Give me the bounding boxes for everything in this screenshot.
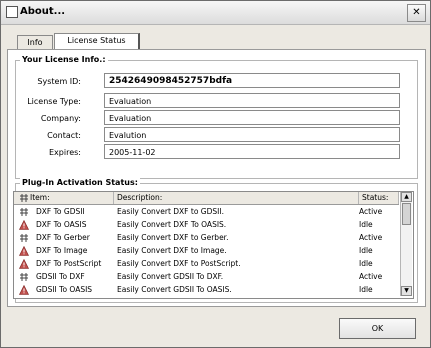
row-status: Idle [359, 220, 373, 229]
close-icon: ✕ [412, 7, 421, 18]
row-item: GDSII To DXF [36, 272, 85, 281]
row-description: Easily Convert GDSII To DXF. [117, 272, 224, 281]
about-dialog: About... ✕ Info License Status Your Lice… [0, 0, 431, 348]
arrow-up-icon: ▲ [404, 193, 409, 200]
table-row[interactable]: GDSII To DXF Easily Convert GDSII To DXF.… [14, 271, 399, 283]
plugin-table: Item: Description: Status: DXF To GDSII E… [13, 191, 414, 299]
window-title: About... [20, 6, 66, 17]
row-status: Active [359, 233, 383, 242]
table-row[interactable]: GDSII To OASIS Easily Convert GDSII To OA… [14, 284, 399, 296]
expires-field[interactable]: 2005-11-02 [104, 144, 400, 159]
arrow-down-icon: ▼ [404, 287, 409, 294]
ok-button[interactable]: OK [339, 318, 416, 339]
close-button[interactable]: ✕ [407, 4, 426, 22]
row-description: Easily Convert DXF to GDSII. [117, 207, 224, 216]
company-field[interactable]: Evaluation [104, 110, 400, 125]
scroll-thumb[interactable] [402, 203, 411, 225]
column-header-item[interactable]: Item: [14, 192, 114, 204]
tab-info[interactable]: Info [17, 35, 53, 50]
license-info-title: Your License Info.: [20, 55, 108, 64]
row-item: DXF To Gerber [36, 233, 90, 242]
table-row[interactable]: DXF To Image Easily Convert DXF to Image.… [14, 245, 399, 257]
license-type-label: License Type: [27, 97, 81, 106]
row-description: Easily Convert DXF To OASIS. [117, 220, 227, 229]
warning-icon [19, 285, 29, 295]
table-header: Item: Description: Status: [14, 192, 399, 205]
row-status: Active [359, 272, 383, 281]
row-item: DXF To Image [36, 246, 88, 255]
row-item: GDSII To OASIS [36, 285, 93, 294]
row-status: Active [359, 207, 383, 216]
plugin-active-icon [20, 234, 28, 242]
table-row[interactable]: DXF To PostScript Easily Convert DXF to P… [14, 258, 399, 270]
window-icon [6, 6, 18, 18]
row-item: DXF To GDSII [36, 207, 85, 216]
row-status: Idle [359, 259, 373, 268]
contact-label: Contact: [47, 131, 81, 140]
plugin-active-icon [20, 273, 28, 281]
table-row[interactable]: DXF To OASIS Easily Convert DXF To OASIS.… [14, 219, 399, 231]
row-item: DXF To OASIS [36, 220, 87, 229]
table-row[interactable]: DXF To GDSII Easily Convert DXF to GDSII.… [14, 206, 399, 218]
column-header-description[interactable]: Description: [114, 192, 359, 204]
vertical-scrollbar[interactable]: ▲ ▼ [400, 192, 412, 296]
expires-label: Expires: [49, 148, 81, 157]
warning-icon [19, 220, 29, 230]
warning-icon [19, 259, 29, 269]
title-bar: About... ✕ [1, 1, 430, 25]
row-item: DXF To PostScript [36, 259, 102, 268]
row-description: Easily Convert DXF to Gerber. [117, 233, 229, 242]
system-id-label: System ID: [37, 77, 81, 86]
warning-icon [19, 246, 29, 256]
scroll-up-button[interactable]: ▲ [401, 192, 412, 202]
row-status: Idle [359, 285, 373, 294]
contact-field[interactable]: Evalution [104, 127, 400, 142]
scroll-down-button[interactable]: ▼ [401, 286, 412, 296]
row-description: Easily Convert DXF to Image. [117, 246, 227, 255]
column-header-status[interactable]: Status: [359, 192, 399, 204]
row-status: Idle [359, 246, 373, 255]
plugin-status-title: Plug-In Activation Status: [20, 178, 140, 187]
row-description: Easily Convert DXF to PostScript. [117, 259, 241, 268]
company-label: Company: [40, 114, 81, 123]
license-type-field[interactable]: Evaluation [104, 93, 400, 108]
tab-license-status[interactable]: License Status [54, 33, 140, 50]
table-row[interactable]: DXF To Gerber Easily Convert DXF to Gerbe… [14, 232, 399, 244]
system-id-field[interactable]: 2542649098452757bdfa [104, 73, 400, 88]
row-description: Easily Convert GDSII To OASIS. [117, 285, 232, 294]
plugin-active-icon [20, 208, 28, 216]
plugin-active-icon [20, 194, 28, 202]
